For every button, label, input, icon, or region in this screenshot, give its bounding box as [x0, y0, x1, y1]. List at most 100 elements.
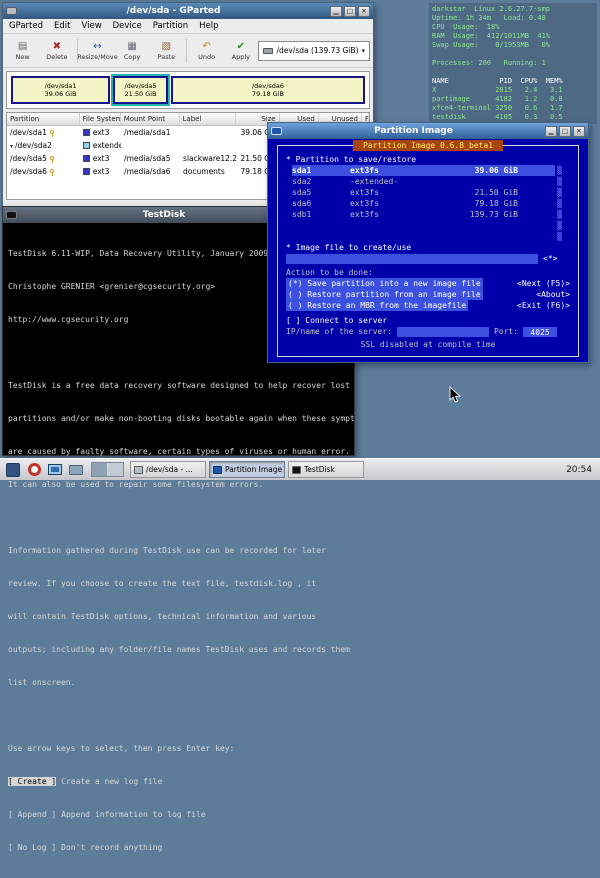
section-partition-label: * Partition to save/restore — [286, 154, 570, 165]
browser-launcher[interactable] — [25, 461, 43, 479]
connect-to-server-checkbox[interactable]: [ ] Connect to server — [286, 315, 570, 326]
apply-button[interactable]: ✔Apply — [224, 36, 257, 65]
partimage-screen: Partition Image 0.6.8_beta1 * Partition … — [268, 139, 588, 362]
clock: 20:54 — [566, 465, 596, 475]
partition-segment-sda6[interactable]: /dev/sda6 79.18 GiB — [171, 76, 365, 104]
menu-gparted[interactable]: GParted — [9, 21, 43, 31]
scrollbar[interactable]: ▒ — [555, 187, 564, 198]
partition-segment-sda1[interactable]: /dev/sda1 39.06 GiB — [11, 76, 110, 104]
menu-create-log[interactable]: [ Create ]Create a new log file — [8, 776, 349, 787]
monitor-line: xfce4-terminal 3250 0.6 1.7 — [432, 104, 594, 113]
list-item-sda6[interactable]: sda6ext3fs79.18 GiB▒ — [292, 198, 564, 209]
radio-restore-partition[interactable]: ( ) Restore partition from an image file — [286, 289, 483, 300]
workspace-switcher[interactable] — [91, 462, 124, 477]
monitor-line: Uptime: 1h 34m Load: 0.48 — [432, 14, 594, 23]
scrollbar[interactable]: ▒ — [555, 220, 564, 231]
scrollbar[interactable]: ▒ — [555, 209, 564, 220]
menu-device[interactable]: Device — [113, 21, 142, 31]
port-input[interactable]: 4025 — [523, 327, 557, 337]
menu-append-log[interactable]: [ Append ]Append information to log file — [8, 809, 349, 820]
next-button[interactable]: <Next (F5)> — [517, 278, 570, 289]
terminal-window-icon — [6, 211, 17, 219]
gparted-icon — [134, 466, 143, 474]
taskbar-item-gparted[interactable]: /dev/sda - ... — [130, 461, 206, 478]
device-selector[interactable]: /dev/sda (139.73 GiB) ▾ — [258, 41, 370, 61]
menu-partition[interactable]: Partition — [153, 21, 188, 31]
xfce-menu-icon — [6, 463, 20, 477]
mouse-cursor — [449, 386, 461, 407]
monitor-line: X 2815 2.4 3.1 — [432, 86, 594, 95]
disk-icon — [263, 48, 273, 54]
radio-restore-mbr[interactable]: ( ) Restore an MBR from the imagefile — [286, 300, 468, 311]
scrollbar[interactable]: ▒ — [555, 231, 564, 242]
maximize-icon[interactable]: □ — [344, 6, 356, 17]
key-icon — [50, 169, 54, 173]
server-row: IP/name of the server: Port: 4025 — [286, 326, 570, 337]
workspace-1[interactable] — [92, 463, 107, 476]
partimage-window: Partition Image ▁ □ ✕ Partition Image 0.… — [267, 122, 589, 363]
display-launcher[interactable] — [46, 461, 64, 479]
ssl-status: SSL disabled at compile time — [286, 339, 570, 350]
radio-save-partition[interactable]: (*) Save partition into a new image file — [286, 278, 483, 289]
server-ip-input[interactable] — [397, 327, 489, 337]
about-button[interactable]: <About> — [536, 289, 570, 300]
list-empty-row: ▒ — [292, 220, 564, 231]
resize-move-button[interactable]: ↔Resize/Move — [80, 36, 114, 65]
copy-button[interactable]: ▦Copy — [115, 36, 148, 65]
paste-button[interactable]: ▧Paste — [150, 36, 183, 65]
list-empty-row: ▒ — [292, 231, 564, 242]
partition-segment-sda5[interactable]: /dev/sda5 21.50 GiB — [113, 76, 168, 104]
gparted-toolbar: ▤New ✖Delete ↔Resize/Move ▦Copy ▧Paste ↶… — [3, 34, 373, 68]
list-item-sda5[interactable]: sda5ext3fs21.50 GiB▒ — [292, 187, 564, 198]
field-marker: <*> — [543, 253, 557, 264]
minimize-icon[interactable]: ▁ — [330, 6, 342, 17]
desktop: { "colors": {"desktop_bg":"#5d7c99","par… — [0, 0, 600, 480]
undo-button[interactable]: ↶Undo — [190, 36, 223, 65]
apply-icon: ✔ — [237, 41, 245, 53]
taskbar-item-testdisk[interactable]: TestDisk — [288, 461, 364, 478]
partimage-titlebar[interactable]: Partition Image ▁ □ ✕ — [268, 123, 588, 139]
monitor-line — [432, 68, 594, 77]
close-icon[interactable]: ✕ — [573, 126, 585, 137]
chevron-down-icon: ▾ — [362, 47, 366, 55]
folder-icon — [69, 465, 83, 475]
menu-no-log[interactable]: [ No Log ]Don't record anything — [8, 842, 349, 853]
menu-view[interactable]: View — [81, 21, 101, 31]
scrollbar[interactable]: ▒ — [555, 176, 564, 187]
menu-help[interactable]: Help — [199, 21, 218, 31]
monitor-line: RAM Usage: 412/1011MB 41% — [432, 32, 594, 41]
monitor-line: Swap Usage: 0/1953MB 0% — [432, 41, 594, 50]
taskbar-item-partimage[interactable]: Partition Image — [209, 461, 285, 478]
delete-button[interactable]: ✖Delete — [40, 36, 73, 65]
copy-icon: ▦ — [127, 41, 136, 53]
partition-list: sda1ext3fs39.06 GiB▒ sda2-extended-▒ sda… — [292, 165, 564, 242]
system-monitor: darkstar Linux 2.6.27.7-smp Uptime: 1h 3… — [429, 3, 597, 124]
image-file-input[interactable] — [286, 254, 538, 264]
scrollbar[interactable]: ▒ — [555, 198, 564, 209]
workspace-2[interactable] — [108, 463, 123, 476]
fs-color-swatch — [83, 155, 90, 162]
list-item-sda2[interactable]: sda2-extended-▒ — [292, 176, 564, 187]
section-image-label: * Image file to create/use — [286, 242, 570, 253]
terminal-icon — [292, 466, 301, 474]
exit-button[interactable]: <Exit (F6)> — [517, 300, 570, 311]
close-icon[interactable]: ✕ — [358, 6, 370, 17]
monitor-line: NAME PID CPU% MEM% — [432, 77, 594, 86]
scrollbar[interactable]: ▒ — [555, 165, 564, 176]
monitor-line: testdisk 4105 0.3 0.5 — [432, 113, 594, 122]
expander-icon[interactable]: ▾ — [10, 143, 13, 150]
start-menu-button[interactable] — [4, 461, 22, 479]
new-button[interactable]: ▤New — [6, 36, 39, 65]
list-item-sdb1[interactable]: sdb1ext3fs139.73 GiB▒ — [292, 209, 564, 220]
minimize-icon[interactable]: ▁ — [545, 126, 557, 137]
monitor-line: Processes: 200 Running: 1 — [432, 59, 594, 68]
partimage-icon — [213, 466, 222, 474]
files-launcher[interactable] — [67, 461, 85, 479]
menu-edit[interactable]: Edit — [54, 21, 70, 31]
monitor-line: CPU Usage: 18% — [432, 23, 594, 32]
gparted-titlebar[interactable]: /dev/sda - GParted ▁ □ ✕ — [3, 3, 373, 19]
delete-icon: ✖ — [53, 41, 61, 53]
maximize-icon[interactable]: □ — [559, 126, 571, 137]
list-item-sda1[interactable]: sda1ext3fs39.06 GiB▒ — [292, 165, 564, 176]
testdisk-window-title: TestDisk — [21, 210, 307, 220]
